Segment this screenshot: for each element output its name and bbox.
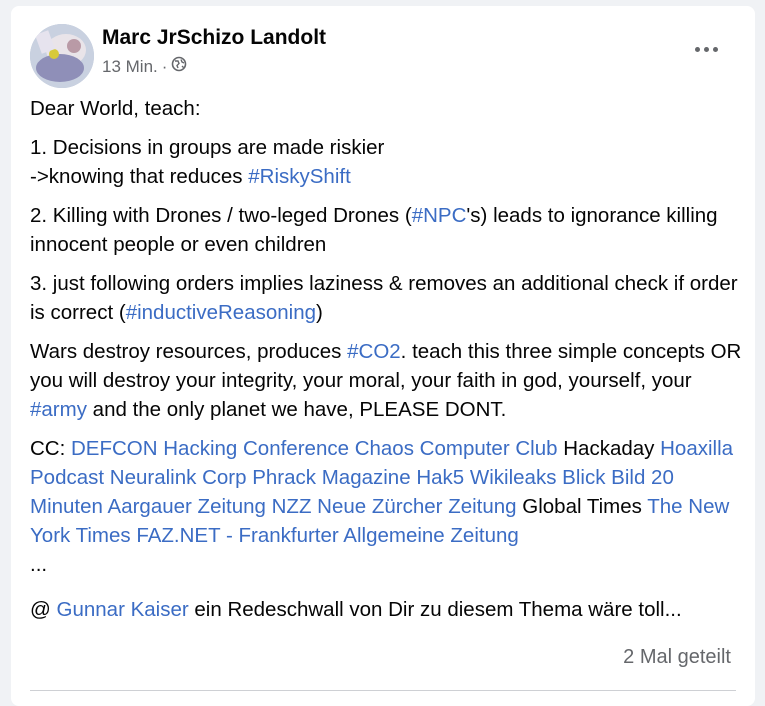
post-time[interactable]: 13 Min. [102, 57, 158, 77]
mention-gunnar-kaiser[interactable]: Gunnar Kaiser [57, 598, 189, 621]
mention-ccc[interactable]: Chaos Computer Club [355, 437, 558, 460]
post-mention-paragraph: @ Gunnar Kaiser ein Redeschwall von Dir … [30, 598, 682, 621]
mention-aargauer-zeitung[interactable]: Aargauer Zeitung [108, 495, 266, 518]
post-point-2: 2. Killing with Drones / two-leged Drone… [30, 204, 718, 256]
mention-defcon[interactable]: DEFCON Hacking Conference [71, 437, 349, 460]
mention-nzz[interactable]: NZZ Neue Zürcher Zeitung [272, 495, 517, 518]
hashtag-co2[interactable]: #CO2 [347, 340, 401, 363]
mention-blick[interactable]: Blick [562, 466, 605, 489]
hashtag-army[interactable]: #army [30, 398, 87, 421]
mention-bild[interactable]: Bild [611, 466, 645, 489]
mention-phrack[interactable]: Phrack Magazine [252, 466, 410, 489]
hashtag-npc[interactable]: #NPC [412, 204, 467, 227]
post-body: Dear World, teach: 1. Decisions in group… [30, 94, 742, 634]
mention-hak5[interactable]: Hak5 [416, 466, 464, 489]
post-cc-paragraph: CC: DEFCON Hacking Conference Chaos Comp… [30, 437, 734, 576]
mention-faz[interactable]: FAZ.NET - Frankfurter Allgemeine Zeitung [136, 524, 518, 547]
post-meta: 13 Min. · [102, 56, 187, 77]
mention-global-times: Global Times [522, 495, 642, 518]
cc-ellipsis: ... [30, 553, 48, 576]
mention-neuralink[interactable]: Neuralink Corp [110, 466, 247, 489]
more-horizontal-icon[interactable] [691, 34, 721, 64]
post-card: Marc JrSchizo Landolt 13 Min. · Dear Wor… [11, 6, 755, 706]
globe-icon[interactable] [171, 56, 187, 77]
avatar[interactable] [30, 24, 94, 88]
author-name[interactable]: Marc JrSchizo Landolt [102, 26, 326, 50]
meta-separator: · [161, 56, 168, 76]
post-wars-paragraph: Wars destroy resources, produces #CO2. t… [30, 340, 742, 421]
hashtag-riskyshift[interactable]: #RiskyShift [248, 165, 351, 188]
post-intro: Dear World, teach: [30, 97, 201, 120]
share-count[interactable]: 2 Mal geteilt [623, 646, 731, 669]
mention-wikileaks[interactable]: Wikileaks [470, 466, 557, 489]
post-point-1: 1. Decisions in groups are made riskier … [30, 136, 385, 188]
mention-hackaday: Hackaday [563, 437, 655, 460]
hashtag-inductivereasoning[interactable]: #inductiveReasoning [126, 301, 316, 324]
post-point-3: 3. just following orders implies lazines… [30, 272, 738, 324]
divider [30, 690, 736, 691]
